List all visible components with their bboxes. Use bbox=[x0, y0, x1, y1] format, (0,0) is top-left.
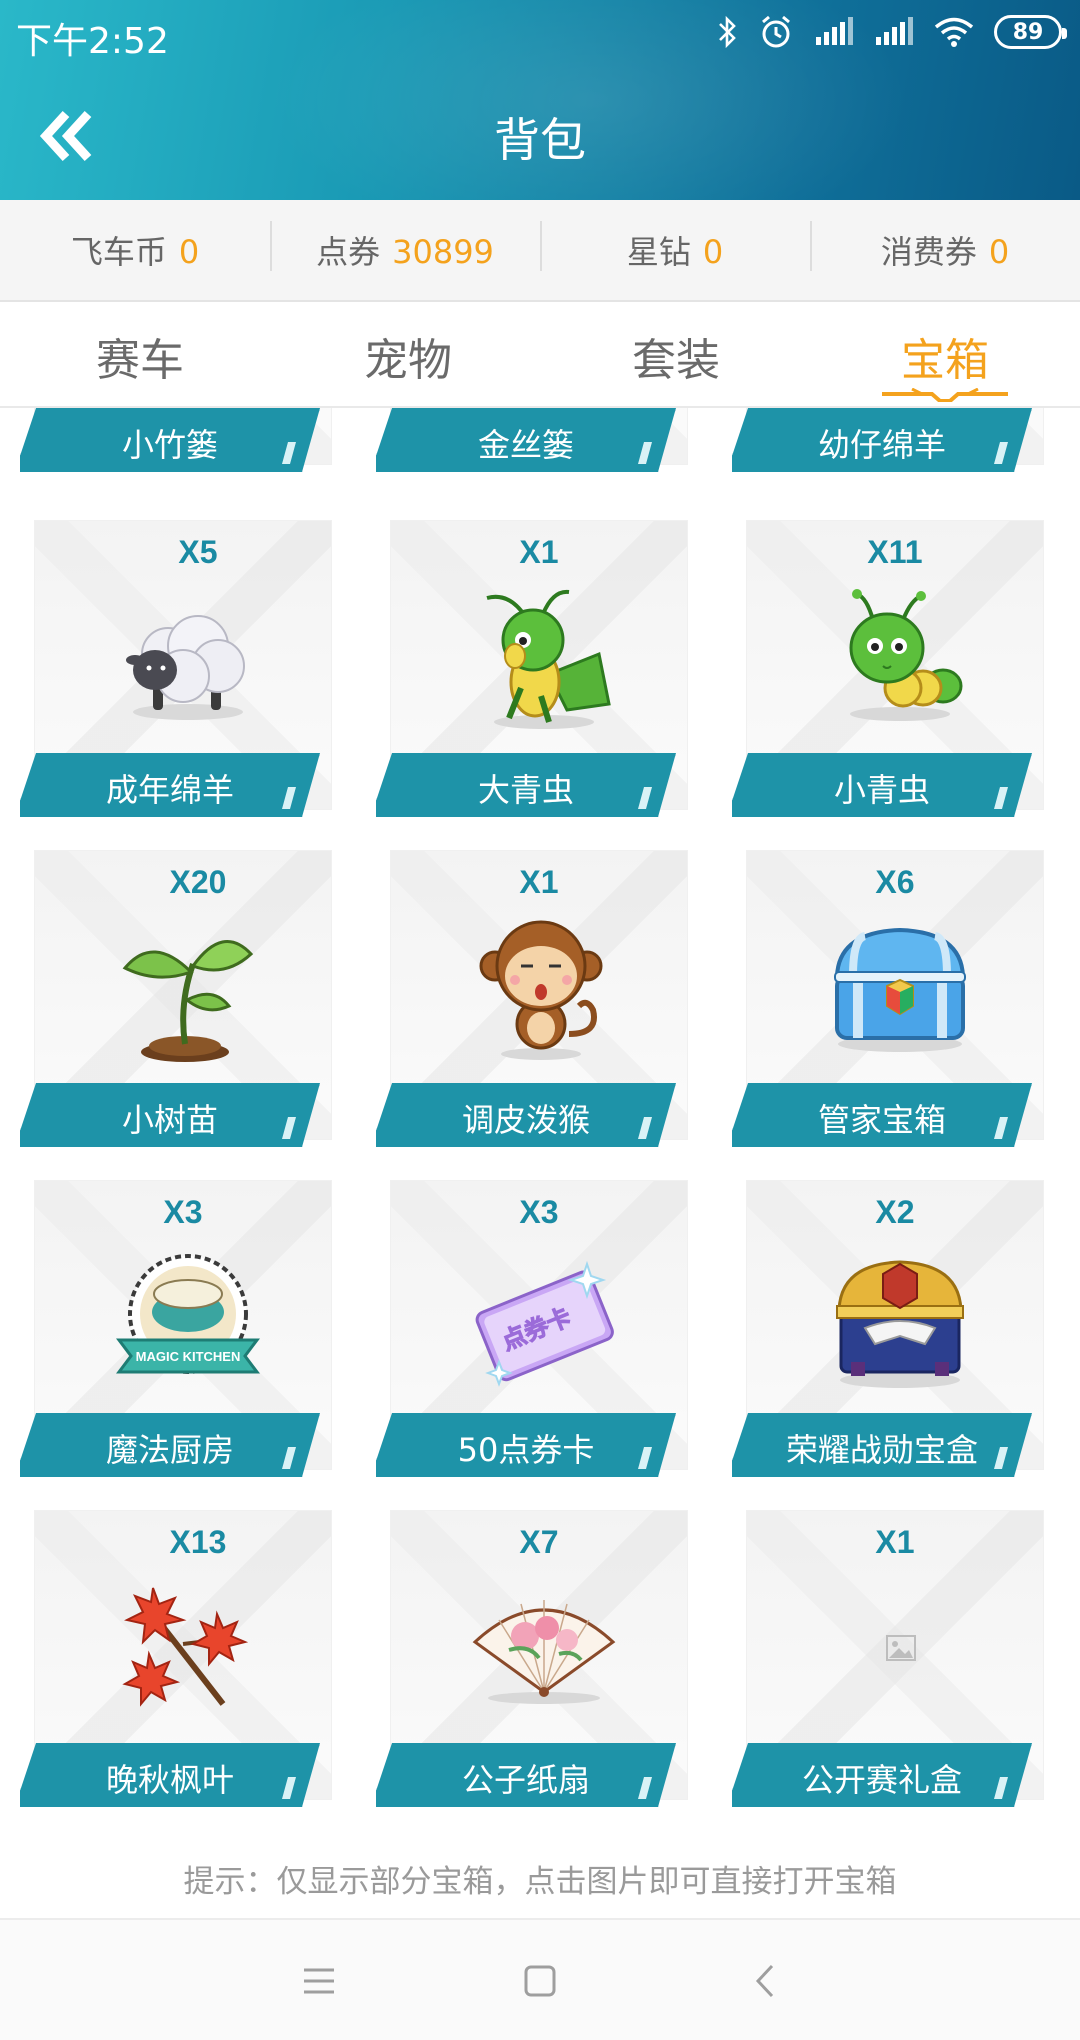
item-card[interactable]: X5 成年绵羊 bbox=[20, 520, 346, 830]
item-card[interactable]: X20 小树苗 bbox=[20, 850, 346, 1160]
item-count: X3 bbox=[163, 1194, 203, 1230]
signal-icon bbox=[816, 17, 853, 45]
item-name: 管家宝箱 bbox=[817, 1101, 946, 1139]
paper-fan-icon bbox=[472, 1600, 616, 1704]
item-card[interactable]: X11 小青虫 bbox=[732, 520, 1058, 830]
item-count: X3 bbox=[519, 1194, 559, 1230]
item-count: X20 bbox=[169, 864, 227, 900]
back-arrow-icon[interactable] bbox=[744, 1958, 790, 2004]
currency-points: 点券 30899 bbox=[270, 221, 540, 273]
item-count: X2 bbox=[875, 1194, 915, 1230]
tab-bar: 赛车 宠物 套装 宝箱 bbox=[0, 302, 1080, 408]
item-name: 成年绵羊 bbox=[105, 771, 234, 809]
menu-icon[interactable] bbox=[296, 1958, 342, 2004]
magic-kitchen-icon: MAGIC KITCHEN bbox=[116, 1254, 260, 1374]
page-title: 背包 bbox=[494, 113, 586, 167]
item-card[interactable]: X1 调皮泼猴 bbox=[376, 850, 702, 1160]
item-card[interactable]: X3 MAGIC KITCHEN 魔法厨房 bbox=[20, 1180, 346, 1490]
caterpillar-icon bbox=[849, 589, 963, 721]
bluetooth-icon bbox=[719, 15, 736, 49]
coupon-card-icon: 点券卡 bbox=[475, 1260, 614, 1387]
tab-pets[interactable]: 宠物 bbox=[364, 324, 452, 388]
alarm-icon bbox=[762, 15, 790, 48]
image-placeholder-icon bbox=[886, 1635, 916, 1661]
item-name: 晚秋枫叶 bbox=[105, 1761, 234, 1799]
grasshopper-icon bbox=[486, 589, 611, 729]
signal-icon-2 bbox=[876, 17, 913, 45]
item-name: 小竹篓 bbox=[121, 426, 218, 464]
currency-label: 星钻 bbox=[626, 233, 691, 271]
magic-kitchen-banner-text: MAGIC KITCHEN bbox=[136, 1349, 241, 1364]
item-name: 金丝篓 bbox=[477, 426, 574, 464]
item-count: X11 bbox=[867, 534, 923, 570]
currency-value: 30899 bbox=[392, 233, 494, 271]
item-name: 小树苗 bbox=[121, 1101, 218, 1139]
item-name: 幼仔绵羊 bbox=[817, 426, 946, 464]
glory-chest-icon bbox=[836, 1260, 964, 1388]
item-card[interactable]: 小竹篓 bbox=[20, 408, 346, 485]
item-name: 调皮泼猴 bbox=[461, 1101, 590, 1139]
status-icons: 89 bbox=[716, 14, 1067, 50]
item-name: 小青虫 bbox=[833, 771, 930, 809]
item-card[interactable]: X6 管家宝箱 bbox=[732, 850, 1058, 1160]
item-count: X1 bbox=[875, 1524, 915, 1560]
item-name: 大青虫 bbox=[477, 771, 574, 809]
tab-outfits[interactable]: 套装 bbox=[632, 324, 720, 388]
status-bar: 下午2:52 89 bbox=[0, 0, 1080, 66]
status-time: 下午2:52 bbox=[16, 21, 169, 62]
item-name: 50点券卡 bbox=[457, 1431, 595, 1469]
battery-icon: 89 bbox=[994, 15, 1067, 49]
app-header: 下午2:52 89 背包 bbox=[0, 0, 1080, 200]
item-card[interactable]: X13 晚秋枫叶 bbox=[20, 1510, 346, 1820]
item-count: X7 bbox=[519, 1524, 559, 1560]
item-name: 魔法厨房 bbox=[105, 1431, 234, 1469]
currency-feiche-coin: 飞车币 0 bbox=[0, 227, 270, 273]
home-square-icon[interactable] bbox=[517, 1958, 563, 2004]
item-card[interactable]: X1 大青虫 bbox=[376, 520, 702, 830]
currency-label: 点券 bbox=[316, 233, 381, 271]
battery-level: 89 bbox=[1012, 19, 1044, 45]
currency-value: 0 bbox=[702, 233, 724, 271]
item-count: X5 bbox=[178, 534, 218, 570]
item-count: X1 bbox=[519, 864, 559, 900]
item-name: 荣耀战勋宝盒 bbox=[785, 1431, 978, 1469]
maple-leaf-icon bbox=[122, 1587, 249, 1707]
currency-bar: 飞车币 0 点券 30899 星钻 0 消费券 0 bbox=[0, 200, 1080, 302]
item-card[interactable]: X1 公开赛礼盒 bbox=[732, 1510, 1058, 1820]
currency-star-diamond: 星钻 0 bbox=[540, 221, 810, 273]
tab-cars[interactable]: 赛车 bbox=[96, 324, 184, 388]
active-tab-indicator bbox=[882, 388, 1008, 402]
item-count: X13 bbox=[169, 1524, 227, 1560]
crystal-chest-icon bbox=[834, 927, 966, 1052]
item-grid: 小竹篓 金丝篓 幼仔绵羊 X5 成年绵羊 X1 大青虫 X11 小青虫 X20 … bbox=[0, 408, 1080, 1838]
item-count: X6 bbox=[875, 864, 915, 900]
item-card[interactable]: X7 公子纸扇 bbox=[376, 1510, 702, 1820]
currency-label: 消费券 bbox=[880, 233, 977, 271]
monkey-icon bbox=[479, 920, 603, 1060]
tab-treasure-boxes[interactable]: 宝箱 bbox=[901, 324, 989, 388]
system-nav-bar bbox=[0, 1920, 1080, 2040]
item-name: 公子纸扇 bbox=[461, 1761, 590, 1799]
item-count: X1 bbox=[519, 534, 559, 570]
item-card[interactable]: 幼仔绵羊 bbox=[732, 408, 1058, 485]
wifi-icon bbox=[934, 17, 974, 47]
sheep-icon bbox=[126, 615, 245, 720]
currency-voucher: 消费券 0 bbox=[810, 221, 1080, 273]
item-card[interactable]: X3 点券卡 50点券卡 bbox=[376, 1180, 702, 1490]
item-name: 公开赛礼盒 bbox=[801, 1761, 962, 1799]
hint-text: 提示：仅显示部分宝箱，点击图片即可直接打开宝箱 bbox=[183, 1864, 897, 1900]
item-card[interactable]: X2 荣耀战勋宝盒 bbox=[732, 1180, 1058, 1490]
currency-value: 0 bbox=[988, 233, 1010, 271]
item-card[interactable]: 金丝篓 bbox=[376, 408, 702, 485]
currency-label: 飞车币 bbox=[70, 233, 167, 271]
currency-value: 0 bbox=[178, 233, 200, 271]
sapling-icon bbox=[122, 940, 254, 1062]
